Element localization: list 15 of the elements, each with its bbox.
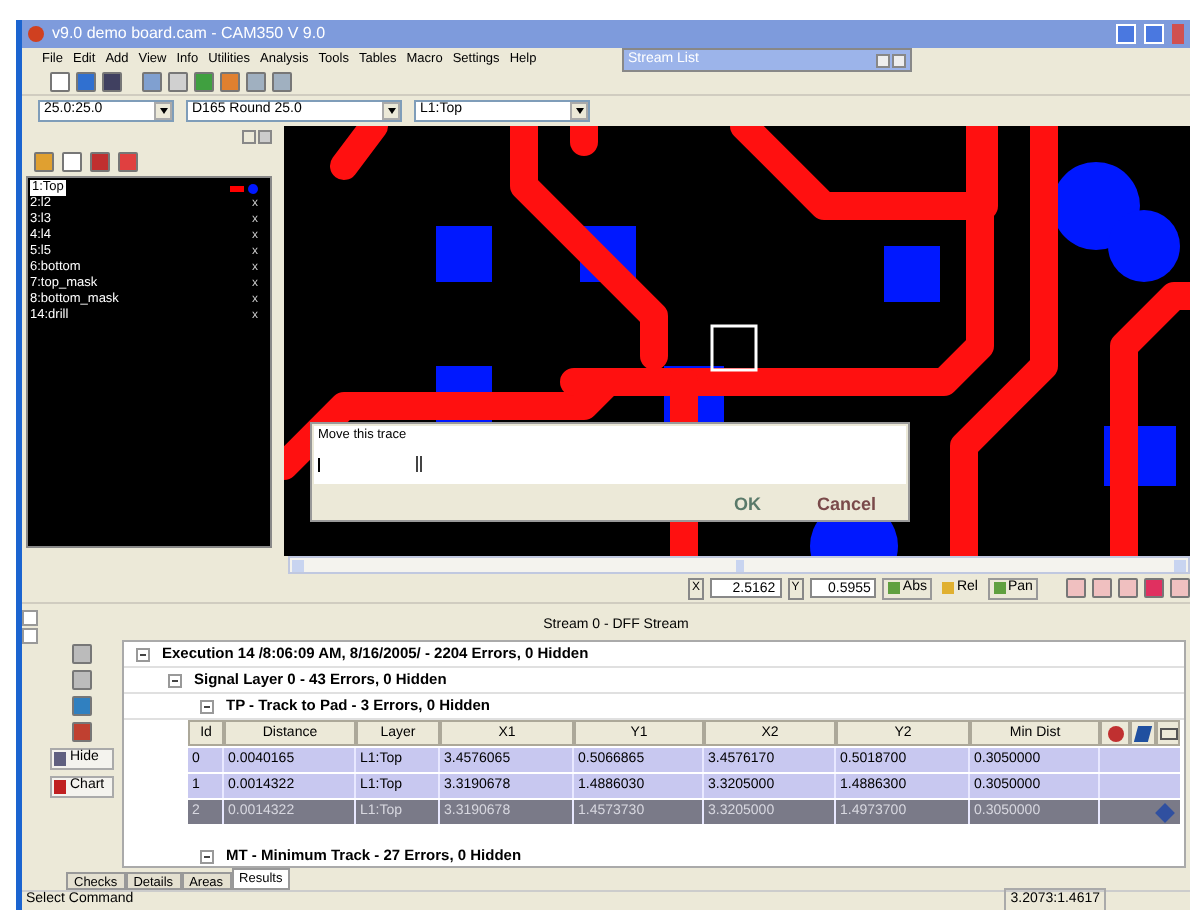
expander-icon[interactable] (168, 673, 182, 687)
ok-button[interactable]: OK (733, 492, 761, 519)
expander-icon[interactable] (200, 849, 214, 863)
window-title: v9.0 demo board.cam - CAM350 V 9.0 (52, 22, 328, 46)
caret-icon (154, 102, 172, 120)
horizontal-scrollbar[interactable] (288, 556, 1190, 574)
expander-icon[interactable] (200, 699, 214, 713)
columns-icon[interactable] (1156, 720, 1180, 746)
expander-icon[interactable] (136, 647, 150, 661)
app-icon (28, 26, 44, 42)
caret-icon (570, 102, 588, 120)
cancel-button[interactable]: Cancel (816, 492, 876, 519)
scroll-thumb[interactable] (735, 559, 743, 571)
text-cursor-icon (416, 456, 422, 473)
caret-icon (382, 102, 400, 120)
